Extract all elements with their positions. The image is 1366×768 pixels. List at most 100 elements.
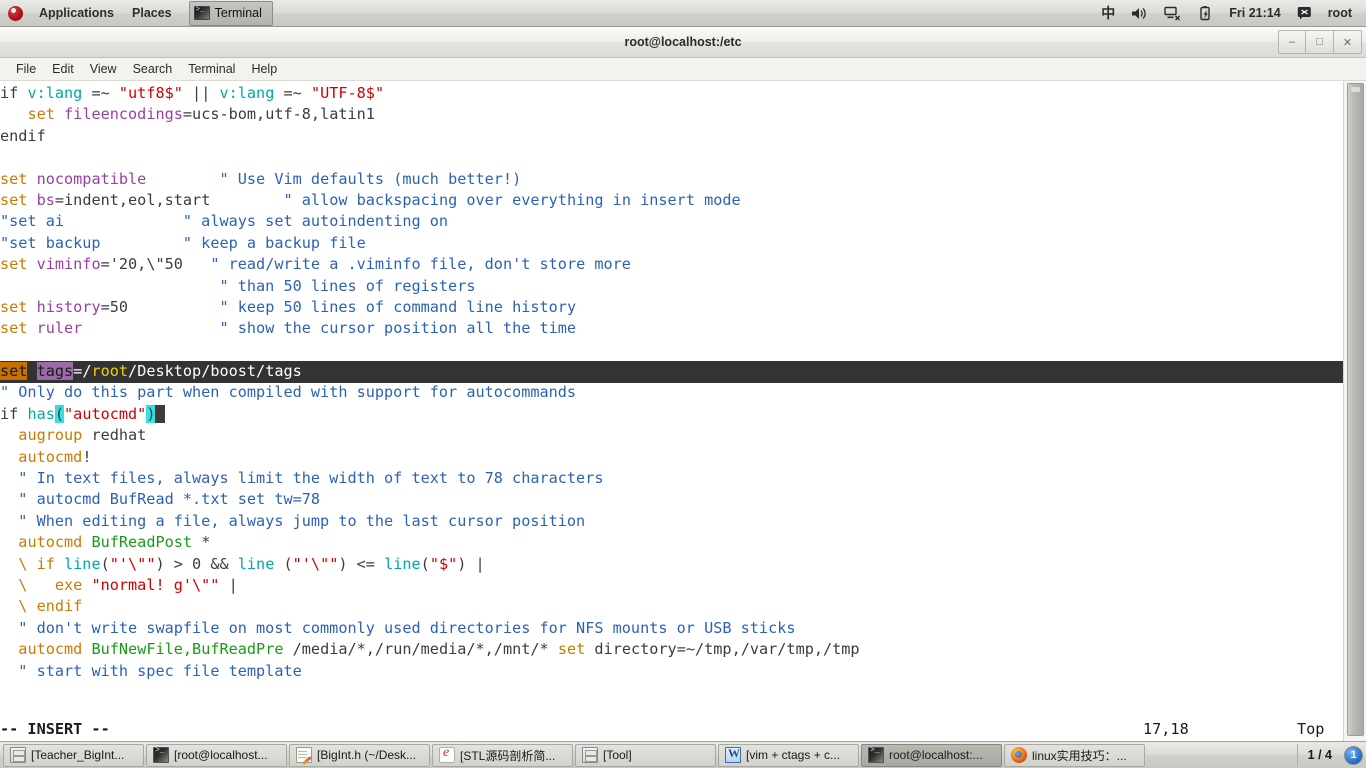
terminal-icon <box>193 6 210 20</box>
highlighted-equals: =/ <box>73 362 92 381</box>
vim-line <box>0 340 1366 361</box>
menu-file[interactable]: File <box>8 58 44 81</box>
taskbar-item-label: [BigInt.h (~/Desk... <box>317 748 417 762</box>
vim-line: if v:lang =~ "utf8$" || v:lang =~ "UTF-8… <box>0 84 385 102</box>
highlighted-root-path: root <box>91 362 129 381</box>
scrollbar-thumb[interactable] <box>1347 83 1364 737</box>
vim-line: autocmd BufReadPost * <box>18 533 211 552</box>
input-method-indicator[interactable]: 中 <box>1093 0 1123 26</box>
vim-line: set viminfo='20,\"50 " read/write a .vim… <box>0 255 631 274</box>
user-name[interactable]: root <box>1320 0 1360 26</box>
vim-line: \ endif <box>0 597 83 616</box>
taskbar-item-label: [vim + ctags + c... <box>746 748 841 762</box>
menu-search[interactable]: Search <box>125 58 181 81</box>
vim-line: " When editing a file, always jump to th… <box>18 511 586 530</box>
terminal-window: root@localhost:/etc – □ ✕ File Edit View… <box>0 27 1366 741</box>
taskbar-item-label: root@localhost:... <box>889 748 983 762</box>
highlighted-set-keyword: set <box>0 362 28 381</box>
terminal-scrollbar[interactable] <box>1343 81 1366 741</box>
minimize-button[interactable]: – <box>1278 30 1306 54</box>
vim-line <box>0 147 1366 168</box>
taskbar-item-3[interactable]: [STL源码剖析简... <box>432 743 573 767</box>
menu-edit[interactable]: Edit <box>44 58 82 81</box>
vim-line: \ exe "normal! g'\"" | <box>0 575 238 594</box>
vim-line: " In text files, always limit the width … <box>18 469 604 488</box>
archive-icon <box>10 747 26 763</box>
vim-line: set bs=indent,eol,start " allow backspac… <box>0 190 741 209</box>
archive-icon <box>582 747 598 763</box>
window-title: root@localhost:/etc <box>624 35 742 49</box>
window-button-label: Terminal <box>214 6 262 20</box>
close-button[interactable]: ✕ <box>1334 30 1362 54</box>
taskbar-item-label: [root@localhost... <box>174 748 268 762</box>
menu-terminal[interactable]: Terminal <box>180 58 243 81</box>
highlighted-space <box>27 362 36 380</box>
user-icon[interactable] <box>1289 0 1320 26</box>
vim-line: " than 50 lines of registers <box>219 276 476 295</box>
menubar: File Edit View Search Terminal Help <box>0 58 1366 81</box>
network-disconnected-icon[interactable] <box>1156 0 1190 26</box>
vim-text-area[interactable]: if v:lang =~ "utf8$" || v:lang =~ "UTF-8… <box>0 81 1366 741</box>
taskbar-window-list: [Teacher_BigInt... [root@localhost... [Big… <box>3 743 1293 767</box>
menu-help[interactable]: Help <box>243 58 285 81</box>
vim-line: autocmd! <box>18 447 92 466</box>
menu-view[interactable]: View <box>82 58 125 81</box>
maximize-button[interactable]: □ <box>1306 30 1334 54</box>
firefox-icon <box>1011 747 1027 763</box>
battery-charging-icon[interactable] <box>1190 0 1221 26</box>
taskbar-item-1[interactable]: [root@localhost... <box>146 743 287 767</box>
vim-line: " Only do this part when compiled with s… <box>0 383 577 402</box>
vim-line: set history=50 " keep 50 lines of comman… <box>0 297 577 316</box>
terminal-icon <box>868 746 884 763</box>
window-titlebar: root@localhost:/etc – □ ✕ <box>0 27 1366 58</box>
window-controls: – □ ✕ <box>1278 30 1362 54</box>
vim-line: "set backup " keep a backup file <box>0 233 366 252</box>
vim-line: set fileencodings=ucs-bom,utf-8,latin1 <box>27 105 375 124</box>
highlighted-option-name: tags <box>36 362 74 381</box>
taskbar-item-6[interactable]: root@localhost:... <box>861 743 1002 767</box>
pdf-reader-icon <box>439 745 455 763</box>
workspace-badge[interactable]: 1 <box>1344 745 1363 765</box>
desktop-screen: Applications Places Terminal 中 <box>0 0 1366 768</box>
vim-line: if has("autocmd") <box>0 404 1366 425</box>
terminal-icon <box>153 746 169 763</box>
taskbar-item-label: [Teacher_BigInt... <box>31 748 125 762</box>
vim-line: " don't write swapfile on most commonly … <box>18 618 796 637</box>
vim-line: set ruler " show the cursor position all… <box>0 319 577 338</box>
fedora-logo-icon[interactable] <box>8 5 23 21</box>
vim-line: autocmd BufNewFile,BufReadPre /media/*,/… <box>18 640 860 659</box>
vim-highlighted-line: set tags=/root/Desktop/boost/tags <box>0 361 1343 383</box>
taskbar-item-7[interactable]: linux实用技巧：... <box>1004 743 1145 767</box>
highlighted-path-rest: /Desktop/boost/tags <box>128 362 302 381</box>
volume-icon[interactable] <box>1123 0 1156 26</box>
panel-left-group: Applications Places Terminal <box>0 0 273 26</box>
vim-line: "set ai " always set autoindenting on <box>0 212 449 231</box>
clock[interactable]: Fri 21:14 <box>1221 0 1288 26</box>
taskbar-item-5[interactable]: [vim + ctags + c... <box>718 743 859 767</box>
taskbar-item-2[interactable]: [BigInt.h (~/Desk... <box>289 743 430 767</box>
top-panel: Applications Places Terminal 中 <box>0 0 1366 27</box>
vim-ruler-position: 17,18 <box>1143 720 1189 739</box>
vim-status-line: -- INSERT -- 17,18 Top <box>0 719 1343 741</box>
vim-mode-indicator: -- INSERT -- <box>0 720 110 739</box>
panel-tray: 中 Fri 21:14 root <box>1093 0 1366 26</box>
vim-line: set nocompatible " Use Vim defaults (muc… <box>0 169 522 188</box>
workspace-pager[interactable]: 1 / 4 <box>1296 743 1342 767</box>
taskbar-item-label: [STL源码剖析简... <box>460 748 556 763</box>
window-button-terminal[interactable]: Terminal <box>188 0 273 26</box>
vim-line: " autocmd BufRead *.txt set tw=78 <box>18 490 321 509</box>
text-editor-icon <box>296 747 312 763</box>
taskbar-item-label: linux实用技巧：... <box>1032 748 1127 763</box>
vim-line: augroup redhat <box>18 426 147 445</box>
taskbar: [Teacher_BigInt... [root@localhost... [Big… <box>0 741 1366 768</box>
taskbar-item-4[interactable]: [Tool] <box>575 743 716 767</box>
menu-applications[interactable]: Applications <box>30 0 123 26</box>
vim-scroll-position: Top <box>1297 720 1325 739</box>
vim-line: endif <box>0 126 46 145</box>
vim-line: \ if line("'\"") > 0 && line ("'\"") <= … <box>0 554 485 573</box>
taskbar-item-label: [Tool] <box>603 748 632 762</box>
word-document-icon <box>725 746 741 763</box>
taskbar-item-0[interactable]: [Teacher_BigInt... <box>3 743 144 767</box>
menu-places[interactable]: Places <box>123 0 181 26</box>
vim-line: " start with spec file template <box>18 661 302 680</box>
